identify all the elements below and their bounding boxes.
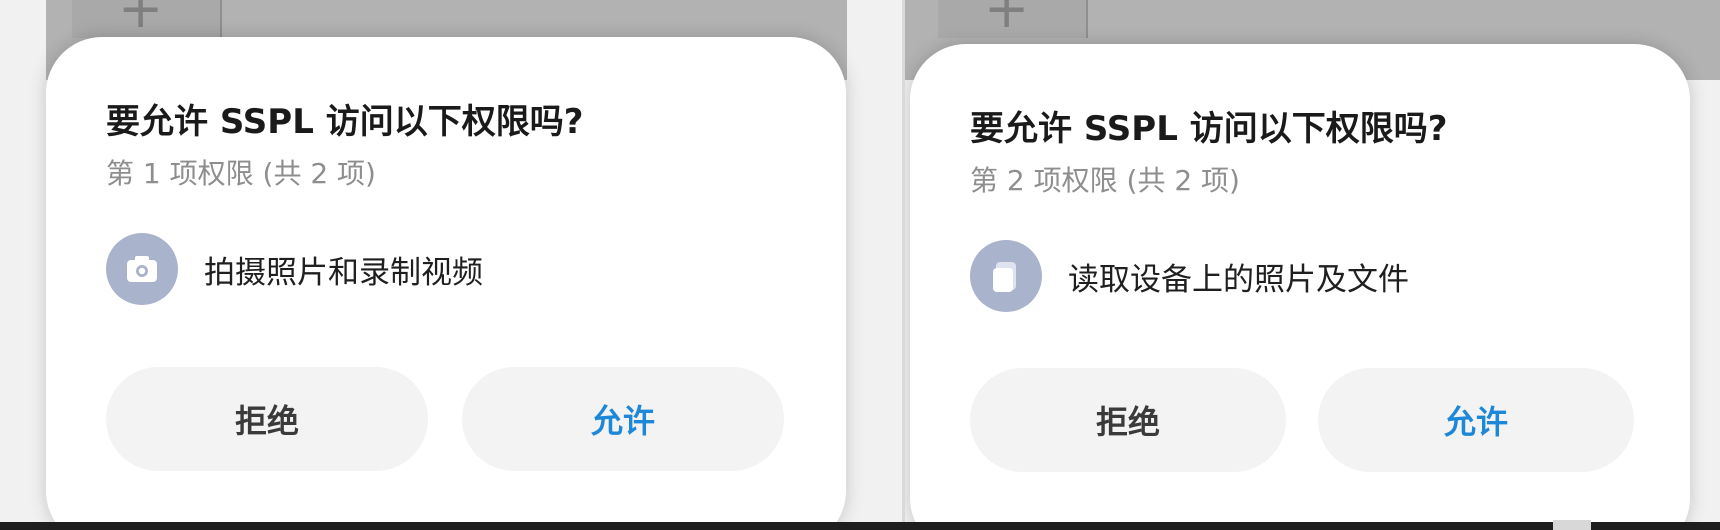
deny-button[interactable]: 拒绝 xyxy=(106,367,428,471)
deny-button[interactable]: 拒绝 xyxy=(970,368,1286,472)
dialog-title: 要允许 SSPL 访问以下权限吗? xyxy=(106,102,584,142)
permission-label: 读取设备上的照片及文件 xyxy=(1068,261,1409,298)
screen-2: + 要允许 SSPL 访问以下权限吗? 第 2 项权限 (共 2 项) 读取设备… xyxy=(905,0,1720,522)
permission-dialog: 要允许 SSPL 访问以下权限吗? 第 2 项权限 (共 2 项) 读取设备上的… xyxy=(910,44,1690,522)
navigation-handle xyxy=(1553,520,1591,530)
screen-1: + 要允许 SSPL 访问以下权限吗? 第 1 项权限 (共 2 项) 拍摄照片… xyxy=(0,0,902,522)
allow-button[interactable]: 允许 xyxy=(1318,368,1634,472)
plus-icon: + xyxy=(984,0,1030,40)
background-add-tile: + xyxy=(72,0,222,38)
allow-button[interactable]: 允许 xyxy=(462,367,784,471)
permission-dialog: 要允许 SSPL 访问以下权限吗? 第 1 项权限 (共 2 项) 拍摄照片和录… xyxy=(46,37,846,522)
screenshot-stage: + 要允许 SSPL 访问以下权限吗? 第 1 项权限 (共 2 项) 拍摄照片… xyxy=(0,0,1720,530)
camera-icon xyxy=(106,233,178,305)
tile-divider xyxy=(220,0,222,38)
plus-icon: + xyxy=(118,0,164,40)
permission-item: 拍摄照片和录制视频 xyxy=(106,233,483,305)
files-icon xyxy=(970,240,1042,312)
permission-label: 拍摄照片和录制视频 xyxy=(204,254,483,291)
tile-divider xyxy=(1086,0,1088,38)
permission-progress: 第 1 项权限 (共 2 项) xyxy=(106,157,376,190)
dialog-title: 要允许 SSPL 访问以下权限吗? xyxy=(970,109,1448,149)
permission-progress: 第 2 项权限 (共 2 项) xyxy=(970,164,1240,197)
background-add-tile: + xyxy=(938,0,1088,38)
permission-item: 读取设备上的照片及文件 xyxy=(970,240,1409,312)
navigation-bar xyxy=(0,522,1720,530)
